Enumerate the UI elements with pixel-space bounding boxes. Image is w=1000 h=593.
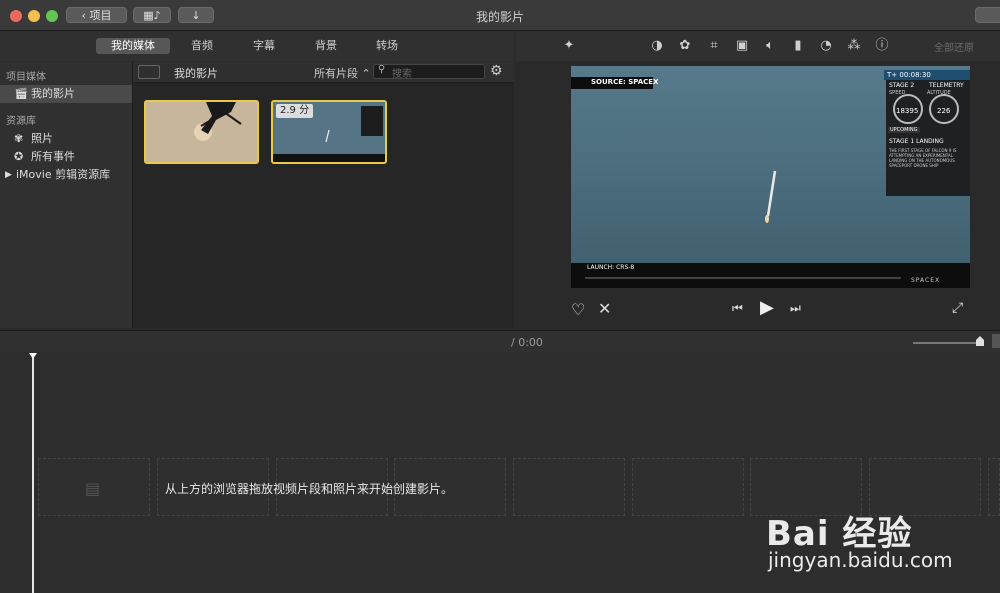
timecode: / 0:00 (511, 336, 543, 349)
tab-titles[interactable]: 字幕 (242, 38, 286, 54)
updown-icon: ⌃ (361, 67, 371, 80)
browser-header: 我的影片 所有片段 ⌃ ⚲ 搜索 ⚙ (133, 62, 514, 83)
star-icon: ✪ (14, 150, 24, 163)
sidebar-item-my-movie[interactable]: 🎬︎ 我的影片 (0, 85, 132, 103)
reset-all-button[interactable]: 全部还原 (934, 39, 974, 54)
fullscreen-icon[interactable]: ⤢ (952, 300, 963, 316)
sidebar-item-all-events[interactable]: ✪ 所有事件 (0, 148, 132, 166)
magic-wand-icon[interactable]: ✦ (561, 38, 577, 54)
speed-icon[interactable]: ◔ (818, 38, 834, 54)
zoom-slider-handle[interactable] (976, 336, 984, 346)
favorite-heart-icon[interactable]: ♡ (571, 300, 585, 319)
clip-filter-select[interactable]: 所有片段 ⌃ (314, 65, 371, 81)
clapper-icon: 🎬︎ (14, 87, 28, 100)
watermark-url: jingyan.baidu.com (768, 548, 953, 572)
video-frame (571, 66, 970, 288)
equalizer-icon[interactable]: ▮ (790, 38, 806, 54)
zoom-slider[interactable] (913, 342, 983, 344)
filters-icon[interactable]: ⁂ (846, 38, 862, 54)
skip-back-icon[interactable]: ⏮ (732, 301, 743, 316)
timeline-placeholder-slot: ▤ (38, 458, 150, 516)
settings-gear-icon[interactable]: ⚙ (490, 63, 503, 79)
play-icon[interactable]: ▶ (760, 297, 774, 318)
share-button[interactable] (975, 7, 1000, 23)
clip-thumbnail-1[interactable] (144, 100, 259, 164)
adjustments-toolbar: ✦ ◑ ✿ ⌗ ▣ 🔈︎ ▮ ◔ ⁂ ⓘ 全部还原 (516, 31, 1000, 61)
playhead-handle-icon[interactable] (29, 353, 37, 359)
reject-icon[interactable]: ✕ (598, 299, 611, 318)
title-bar: ‹ 项目 ▦♪ ↓ 我的影片 (0, 0, 1000, 31)
skip-forward-icon[interactable]: ⏭ (790, 301, 801, 316)
section-libraries: 资源库 (6, 116, 36, 127)
settings-button[interactable] (992, 334, 1000, 348)
section-project-media: 项目媒体 (6, 72, 46, 83)
stabilization-icon[interactable]: ▣ (734, 38, 750, 54)
video-preview: SOURCE: SPACEX T+ 00:08:30 STAGE 2 TELEM… (571, 66, 970, 288)
timeline-placeholder-slot (513, 458, 625, 516)
timeline-hint: 从上方的浏览器拖放视频片段和照片来开始创建影片。 (165, 482, 454, 496)
tab-backgrounds[interactable]: 背景 (304, 38, 348, 54)
search-input[interactable]: ⚲ 搜索 (373, 64, 485, 80)
photos-icon: ✾ (14, 132, 24, 145)
tab-transitions[interactable]: 转场 (365, 38, 409, 54)
film-icon: ▤ (85, 479, 101, 498)
color-palette-icon[interactable]: ✿ (677, 38, 693, 54)
search-icon: ⚲ (378, 64, 386, 75)
playhead[interactable] (32, 354, 34, 593)
sidebar-item-imovie-library[interactable]: ▶ iMovie 剪辑资源库 (0, 166, 132, 184)
timeline-placeholder-slot (632, 458, 744, 516)
clip-duration-badge: 2.9 分 (276, 104, 314, 118)
disclosure-triangle-icon[interactable]: ▶ (5, 166, 12, 184)
timeline-header: / 0:00 (0, 330, 1000, 353)
tab-audio[interactable]: 音频 (180, 38, 224, 54)
timeline-placeholder-slot (988, 458, 1000, 516)
color-balance-icon[interactable]: ◑ (649, 38, 665, 54)
sidebar-item-photos[interactable]: ✾ 照片 (0, 130, 132, 148)
content-tabs: 我的媒体 音频 字幕 背景 转场 (0, 31, 514, 61)
browser-title: 我的影片 (174, 67, 218, 80)
window-title: 我的影片 (475, 10, 524, 24)
crop-icon[interactable]: ⌗ (706, 38, 722, 54)
rocket-landing-image (146, 102, 257, 162)
tab-my-media[interactable]: 我的媒体 (96, 38, 170, 54)
sidebar-toggle-icon[interactable] (138, 65, 160, 79)
clip-thumbnail-2[interactable]: 2.9 分 (271, 100, 387, 164)
volume-icon[interactable]: 🔈︎ (762, 38, 778, 54)
info-icon[interactable]: ⓘ (874, 38, 890, 54)
sidebar: 项目媒体 🎬︎ 我的影片 资源库 ✾ 照片 ✪ 所有事件 ▶ iMovie 剪辑… (0, 62, 133, 328)
